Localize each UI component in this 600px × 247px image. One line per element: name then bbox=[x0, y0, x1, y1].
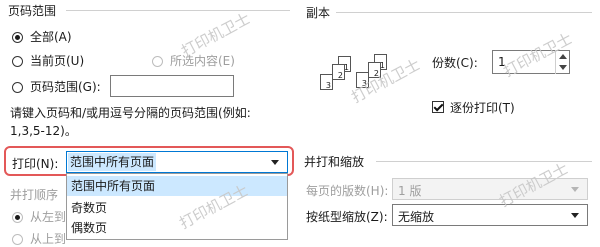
page-range-group-title: 页码范围 bbox=[8, 4, 57, 18]
left-to-right-label: 从左到 bbox=[30, 210, 67, 224]
page-icon: 2 bbox=[332, 64, 345, 80]
page-range-hint-line1: 请键入页码和/或用逗号分隔的页码范围(例如: bbox=[10, 106, 251, 120]
scale-value: 无缩放 bbox=[398, 210, 435, 224]
print-what-label: 打印(N): bbox=[12, 157, 59, 171]
current-page-radio[interactable] bbox=[12, 56, 23, 67]
current-page-label[interactable]: 当前页(U) bbox=[30, 52, 84, 69]
print-what-selected: 范围中所有页面 bbox=[68, 153, 157, 171]
dropdown-option[interactable]: 范围中所有页面 bbox=[67, 176, 287, 196]
page-range-input[interactable] bbox=[110, 75, 234, 97]
top-to-bottom-label: 从上到 bbox=[30, 232, 67, 246]
copies-group-divider bbox=[336, 12, 592, 13]
print-order-group-title: 并打顺序 bbox=[10, 188, 59, 202]
scale-select[interactable]: 无缩放 bbox=[392, 204, 588, 226]
chevron-down-icon[interactable] bbox=[571, 213, 579, 218]
collate-checkbox[interactable] bbox=[432, 101, 444, 113]
selection-label: 所选内容(E) bbox=[170, 54, 235, 68]
collate-label[interactable]: 逐份打印(T) bbox=[450, 99, 515, 116]
selection-radio bbox=[152, 56, 163, 67]
page-range-radio[interactable] bbox=[12, 82, 23, 93]
pages-per-sheet-label: 每页的版数(H): bbox=[306, 184, 389, 198]
page-range-group-divider bbox=[66, 10, 290, 11]
pages-per-sheet-value: 1 版 bbox=[398, 184, 422, 198]
copies-count-label: 份数(C): bbox=[432, 56, 478, 70]
page-icon: 3 bbox=[320, 74, 333, 90]
spin-up-icon[interactable] bbox=[559, 54, 567, 59]
dropdown-option[interactable]: 偶数页 bbox=[67, 218, 287, 238]
page-range-label[interactable]: 页码范围(G): bbox=[30, 78, 101, 95]
spin-down-icon[interactable] bbox=[559, 65, 567, 70]
zoom-group-title: 并打和缩放 bbox=[304, 155, 365, 169]
page-range-hint-line2: 1,3,5-12)。 bbox=[10, 124, 77, 138]
left-to-right-radio bbox=[12, 212, 23, 223]
chevron-down-icon[interactable] bbox=[271, 160, 279, 165]
print-what-dropdown: 范围中所有页面 奇数页 偶数页 bbox=[66, 173, 288, 240]
check-icon bbox=[433, 101, 444, 112]
chevron-down-icon bbox=[571, 187, 579, 192]
all-pages-radio[interactable] bbox=[12, 32, 23, 43]
print-what-select[interactable]: 范围中所有页面 bbox=[66, 151, 288, 173]
all-pages-label[interactable]: 全部(A) bbox=[30, 28, 72, 45]
copies-group-title: 副本 bbox=[306, 6, 331, 20]
scale-label: 按纸型缩放(Z): bbox=[306, 210, 388, 224]
